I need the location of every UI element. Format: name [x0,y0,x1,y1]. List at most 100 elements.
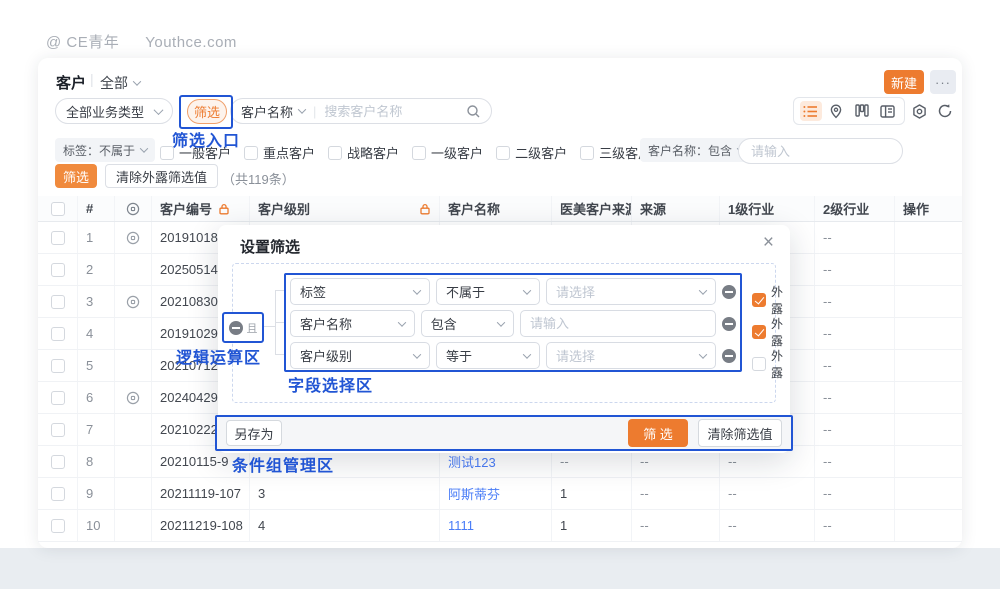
table-row: 9 20211119-107 3 阿斯蒂芬 1 -- -- -- [38,478,962,510]
search-field-label: 客户名称 [241,102,293,121]
annotation-logic-area: 逻辑运算区 [176,344,261,368]
filter-settings-dialog: 设置筛选 × 且 标签 不属于 请选择 客户名称 包含 [218,225,790,453]
total-count: （共119条） [222,169,295,188]
logic-operator-label: 且 [247,320,258,336]
brand-name: @ CE青年 [46,34,119,51]
filter-condition-row: 客户级别 等于 请选择 [290,342,736,369]
checkbox-level2-customer[interactable]: 二级客户 [496,143,567,162]
operator-select[interactable]: 包含 [421,310,514,337]
operator-select[interactable]: 不属于 [436,278,540,305]
kanban-view-icon[interactable] [851,101,873,121]
condition-group-footer: 另存为 筛 选 清除筛选值 [215,415,793,451]
record-scope-icon [115,286,152,317]
col-industry2: 2级行业 [815,196,895,221]
name-filter-chip[interactable]: 客户名称：包含 [640,138,752,162]
remove-condition-icon[interactable] [722,285,736,299]
row-actions [895,446,962,477]
remove-condition-icon[interactable] [722,349,736,363]
business-type-dropdown[interactable]: 全部业务类型 [55,98,173,124]
settings-icon[interactable] [910,102,928,120]
filter-condition-row: 标签 不属于 请选择 [290,278,736,305]
checkbox-level1-customer[interactable]: 一级客户 [412,143,483,162]
customer-name-link[interactable]: 1111 [440,510,552,541]
row-actions [895,350,962,381]
value-select[interactable]: 请选择 [546,342,716,369]
col-actions: 操作 [895,196,962,221]
row-actions [895,222,962,253]
checkbox-icon[interactable] [752,325,766,339]
more-actions-button[interactable]: ··· [930,70,956,94]
clear-exposed-filters-button[interactable]: 清除外露筛选值 [105,164,218,188]
create-button[interactable]: 新建 [884,70,924,94]
lock-icon [218,203,230,215]
checkbox-icon[interactable] [328,146,342,160]
app-screenshot: @ CE青年Youthce.com 客户 | 全部 新建 ··· 全部业务类型 … [0,0,1000,589]
customer-code: 20211219-108 [152,510,250,541]
row-checkbox[interactable] [51,423,65,437]
save-as-button[interactable]: 另存为 [226,420,282,446]
checkbox-icon[interactable] [752,293,766,307]
tag-filter-chip[interactable]: 标签：不属于 [55,138,155,162]
chevron-down-icon [699,286,707,294]
col-source: 来源 [632,196,720,221]
annotation-box-filter-entry [179,95,233,129]
checkbox-strategic-customer[interactable]: 战略客户 [328,143,399,162]
page-title: 客户 [56,72,86,93]
scope-dropdown[interactable]: 全部 [100,73,140,93]
row-checkbox[interactable] [51,327,65,341]
refresh-icon[interactable] [936,102,954,120]
field-select[interactable]: 客户级别 [290,342,430,369]
col-index: # [78,196,115,221]
business-type-label: 全部业务类型 [66,102,144,121]
table-row: 10 20211219-108 4 1111 1 -- -- -- [38,510,962,542]
map-view-icon[interactable] [825,101,847,121]
remove-group-icon[interactable] [229,321,243,335]
customer-name-link[interactable]: 阿斯蒂芬 [440,478,552,509]
chevron-down-icon [699,350,707,358]
checkbox-icon[interactable] [412,146,426,160]
row-checkbox[interactable] [51,263,65,277]
chevron-down-icon [523,286,531,294]
row-checkbox[interactable] [51,391,65,405]
row-checkbox[interactable] [51,231,65,245]
logic-operator-chip[interactable]: 且 [222,312,264,343]
apply-filter-button[interactable]: 筛 选 [628,419,688,447]
row-checkbox[interactable] [51,359,65,373]
exposed-toggle[interactable]: 外露 [752,347,790,381]
exposed-toggle[interactable]: 外露 [752,283,790,317]
remove-condition-icon[interactable] [722,317,736,331]
select-all-checkbox[interactable] [51,202,65,216]
quick-filter-button[interactable]: 筛选 [55,164,97,188]
chevron-down-icon [413,286,421,294]
operator-select[interactable]: 等于 [436,342,540,369]
field-select[interactable]: 标签 [290,278,430,305]
chevron-down-icon [397,318,405,326]
checkbox-icon[interactable] [580,146,594,160]
field-select[interactable]: 客户名称 [290,310,415,337]
value-select[interactable]: 请选择 [546,278,716,305]
search-combo[interactable]: 客户名称 | [230,98,492,124]
split-view-icon[interactable] [876,101,898,121]
name-filter-input[interactable] [738,138,903,164]
list-view-icon[interactable] [800,101,822,121]
scope-label: 全部 [100,73,128,93]
connector-line [275,354,284,355]
row-checkbox[interactable] [51,487,65,501]
row-checkbox[interactable] [51,295,65,309]
close-icon[interactable]: × [763,232,774,254]
search-input[interactable] [324,104,460,119]
checkbox-icon[interactable] [496,146,510,160]
row-checkbox[interactable] [51,519,65,533]
annotation-filter-entry: 筛选入口 [172,127,240,151]
row-checkbox[interactable] [51,455,65,469]
clear-filter-button[interactable]: 清除筛选值 [698,419,782,447]
connector-line [264,326,275,327]
checkbox-icon[interactable] [244,146,258,160]
col-yimei-source: 医美客户来源 [552,196,632,221]
value-input[interactable] [520,310,716,337]
site-logo: @ CE青年Youthce.com [46,31,237,52]
exposed-toggle[interactable]: 外露 [752,315,790,349]
chevron-down-icon [133,77,141,85]
checkbox-icon[interactable] [752,357,766,371]
checkbox-key-customer[interactable]: 重点客户 [244,143,315,162]
